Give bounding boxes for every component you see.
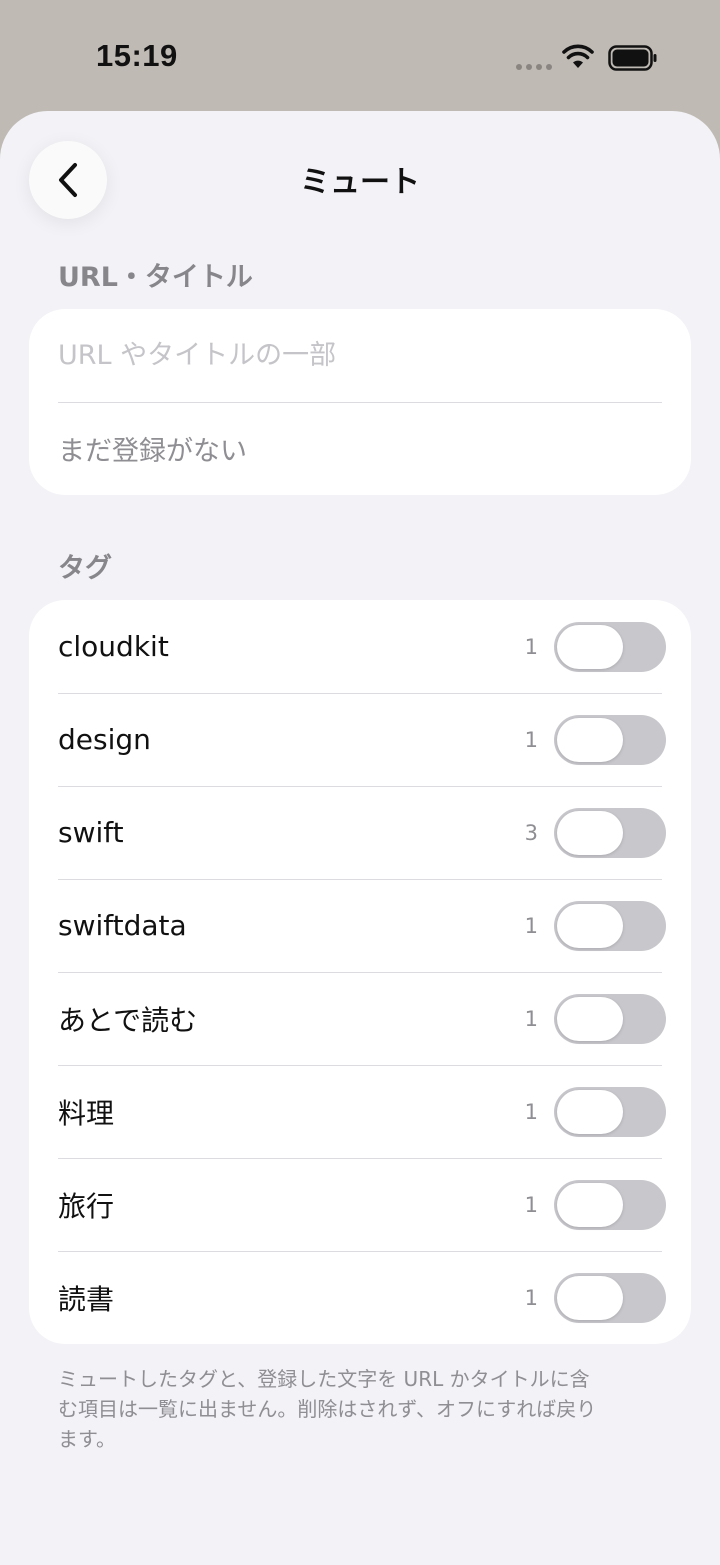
tag-count: 1 — [524, 634, 538, 659]
tag-row: あとで読む 1 — [29, 972, 691, 1065]
tag-row: swift 3 — [29, 786, 691, 879]
tag-row: 料理 1 — [29, 1065, 691, 1158]
tag-label: 旅行 — [58, 1189, 115, 1223]
toggle-knob — [557, 624, 623, 669]
toggle-knob — [557, 903, 623, 948]
tag-label: あとで読む — [58, 1003, 198, 1037]
empty-state-text: まだ登録がない — [58, 436, 247, 467]
tag-row: cloudkit 1 — [29, 600, 691, 693]
url-title-input[interactable] — [58, 340, 658, 371]
tag-mute-toggle[interactable] — [554, 621, 666, 672]
tag-label: cloudkit — [58, 630, 169, 663]
tag-row: swiftdata 1 — [29, 879, 691, 972]
status-bar: 15:19 — [0, 0, 720, 112]
cellular-signal-icon — [516, 64, 552, 70]
tag-count: 1 — [524, 1099, 538, 1124]
toggle-knob — [557, 810, 623, 855]
tags-group: cloudkit 1 design 1 swift 3 swiftdata 1 あとで読む 1 料理… — [29, 600, 691, 1344]
tag-label: swiftdata — [58, 909, 187, 942]
tag-row: 旅行 1 — [29, 1158, 691, 1251]
mute-settings-sheet: ミュート URL・タイトル まだ登録がない タグ cloudkit1design… — [0, 111, 720, 1565]
url-section-header: URL・タイトル — [58, 262, 253, 293]
toggle-knob — [557, 1089, 623, 1134]
toggle-knob — [557, 1182, 623, 1227]
tag-mute-toggle[interactable] — [554, 1179, 666, 1230]
wifi-icon — [562, 44, 594, 68]
tag-mute-toggle[interactable] — [554, 993, 666, 1044]
tag-label: swift — [58, 816, 124, 849]
url-input-row — [29, 309, 691, 402]
tag-row: design 1 — [29, 693, 691, 786]
toggle-knob — [557, 717, 623, 762]
tag-mute-toggle[interactable] — [554, 900, 666, 951]
tag-row: 読書 1 — [29, 1251, 691, 1344]
tag-count: 3 — [524, 820, 538, 845]
toggle-knob — [557, 996, 623, 1041]
footer-note: ミュートしたタグと、登録した文字を URL かタイトルに含む項目は一覧に出ません… — [58, 1367, 597, 1451]
status-time: 15:19 — [96, 38, 178, 73]
page-title: ミュート — [300, 165, 420, 200]
battery-icon — [608, 45, 657, 71]
tag-count: 1 — [524, 727, 538, 752]
tag-label: design — [58, 723, 151, 756]
tag-label: 料理 — [58, 1096, 115, 1130]
tag-count: 1 — [524, 1285, 538, 1310]
tag-mute-toggle[interactable] — [554, 1086, 666, 1137]
tag-mute-toggle[interactable] — [554, 1272, 666, 1323]
tag-label: 読書 — [58, 1282, 115, 1316]
url-empty-row: まだ登録がない — [29, 402, 691, 495]
tag-mute-toggle[interactable] — [554, 714, 666, 765]
toggle-knob — [557, 1275, 623, 1320]
tag-count: 1 — [524, 913, 538, 938]
tag-mute-toggle[interactable] — [554, 807, 666, 858]
tag-count: 1 — [524, 1006, 538, 1031]
tags-section-header: タグ — [58, 553, 112, 584]
tag-count: 1 — [524, 1192, 538, 1217]
url-group: まだ登録がない — [29, 309, 691, 495]
